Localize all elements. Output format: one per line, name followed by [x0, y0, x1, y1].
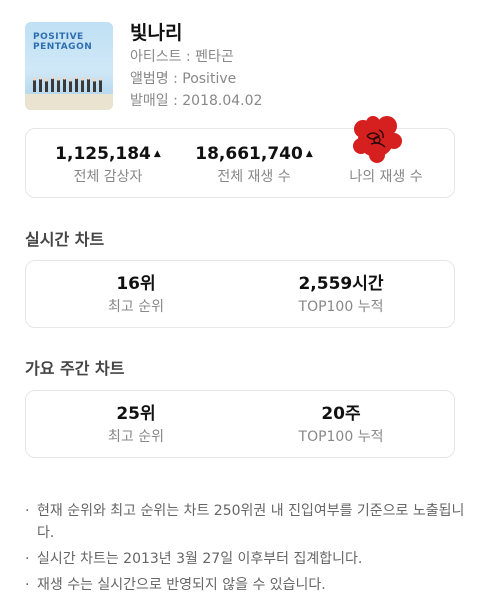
bullet-icon: ·: [25, 577, 30, 593]
weekly-best-rank: 25위 최고 순위: [86, 404, 186, 446]
red-seal-stamp-icon: [353, 116, 402, 163]
total-listeners-value: 1,125,184: [55, 144, 151, 164]
album-cover-title: POSITIVE: [33, 32, 84, 42]
chart-notes: · 현재 순위와 최고 순위는 차트 250위권 내 진입여부를 기준으로 노출됩…: [25, 500, 465, 600]
realtime-best-rank-value: 16위: [116, 274, 156, 294]
realtime-chart-title: 실시간 차트: [25, 230, 105, 249]
album-cover-ground: [25, 94, 113, 110]
note-item: · 현재 순위와 최고 순위는 차트 250위권 내 진입여부를 기준으로 노출됩…: [25, 500, 465, 544]
note-item: · 재생 수는 실시간으로 반영되지 않을 수 있습니다.: [25, 574, 465, 596]
song-header: POSITIVE PENTAGON 빛나리 아티스트 : 펜타곤 앨범명 : P…: [25, 22, 455, 112]
weekly-best-rank-value: 25위: [116, 404, 156, 424]
album-cover[interactable]: POSITIVE PENTAGON: [25, 22, 113, 110]
release-date: 발매일 : 2018.04.02: [130, 93, 263, 109]
realtime-best-rank-label: 최고 순위: [108, 299, 164, 315]
my-plays-label: 나의 재생 수: [349, 169, 423, 185]
bullet-icon: ·: [25, 503, 30, 519]
weekly-top100-value: 20주: [321, 404, 361, 424]
weekly-best-rank-label: 최고 순위: [108, 429, 164, 445]
total-listeners: 1,125,184 ▲ 전체 감상자: [48, 144, 168, 186]
song-title: 빛나리: [130, 22, 183, 44]
bullet-icon: ·: [25, 551, 30, 567]
total-listeners-label: 전체 감상자: [73, 169, 143, 185]
album-cover-people: [32, 76, 103, 92]
total-plays-label: 전체 재생 수: [217, 169, 291, 185]
album-cover-text: POSITIVE PENTAGON: [33, 32, 92, 52]
up-triangle-icon: ▲: [305, 149, 313, 159]
weekly-chart-card: 25위 최고 순위 20주 TOP100 누적: [25, 390, 455, 458]
realtime-best-rank: 16위 최고 순위: [86, 274, 186, 316]
album-name[interactable]: 앨범명 : Positive: [130, 71, 236, 88]
weekly-top100-label: TOP100 누적: [298, 429, 384, 445]
up-triangle-icon: ▲: [153, 149, 161, 159]
weekly-chart-title: 가요 주간 차트: [25, 359, 125, 378]
artist-name[interactable]: 아티스트 : 펜타곤: [130, 49, 234, 66]
total-plays-value: 18,661,740: [195, 144, 303, 164]
realtime-top100-label: TOP100 누적: [298, 299, 384, 315]
realtime-top100-value: 2,559시간: [298, 274, 384, 294]
note-item: · 실시간 차트는 2013년 3월 27일 이후부터 집계합니다.: [25, 548, 465, 570]
weekly-top100: 20주 TOP100 누적: [286, 404, 396, 446]
total-plays: 18,661,740 ▲ 전체 재생 수: [189, 144, 319, 186]
realtime-chart-card: 16위 최고 순위 2,559시간 TOP100 누적: [25, 260, 455, 328]
album-cover-artist: PENTAGON: [33, 42, 93, 52]
realtime-top100: 2,559시간 TOP100 누적: [286, 274, 396, 316]
